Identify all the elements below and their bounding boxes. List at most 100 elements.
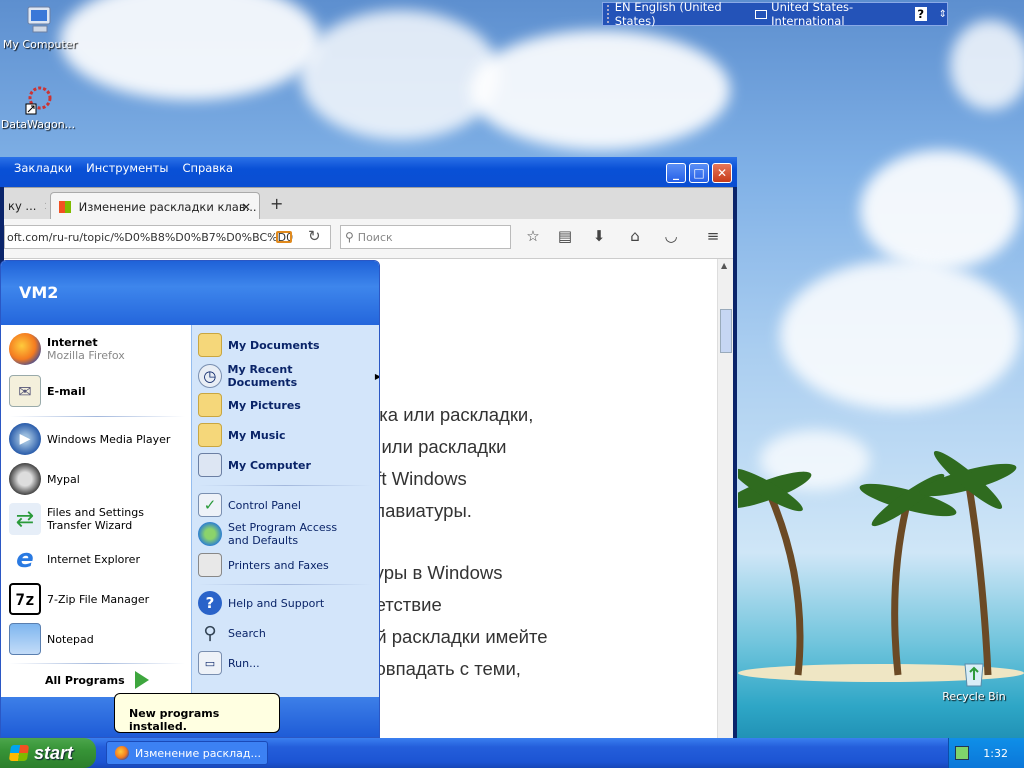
hamburger-menu-icon[interactable]: ≡ — [702, 227, 724, 249]
home-icon[interactable]: ⌂ — [624, 227, 646, 249]
content-line: ой раскладки имейте — [366, 626, 548, 647]
place-label: My Recent Documents — [227, 363, 298, 389]
vertical-scrollbar[interactable]: ▲ — [717, 259, 733, 747]
content-line: клавиатуры. — [366, 500, 472, 521]
language-indicator[interactable]: EN English (United States) — [615, 0, 743, 28]
separator — [198, 485, 372, 486]
firefox-icon — [115, 746, 129, 760]
start-button[interactable]: start — [0, 738, 96, 768]
mypal-icon — [9, 463, 41, 495]
music-folder-icon — [198, 423, 222, 447]
program-label: 7-Zip File Manager — [47, 592, 150, 606]
new-tab-button[interactable]: + — [270, 194, 283, 213]
notification-balloon[interactable]: New programs installed. — [114, 693, 280, 733]
help-icon[interactable]: ? — [914, 7, 927, 21]
place-help-support[interactable]: ? Help and Support — [198, 591, 324, 615]
menu-tools[interactable]: Инструменты — [86, 161, 168, 181]
language-bar-grip[interactable] — [607, 5, 611, 23]
scroll-up-icon[interactable]: ▲ — [721, 261, 727, 270]
place-my-music[interactable]: My Music — [198, 423, 286, 447]
title-bar[interactable]: Закладки Инструменты Справка _ □ ✕ — [0, 157, 737, 187]
all-programs-label: All Programs — [45, 673, 125, 687]
close-tab-icon[interactable]: ✕ — [44, 199, 46, 213]
download-icon[interactable]: ⬇ — [588, 227, 610, 249]
close-button[interactable]: ✕ — [712, 163, 732, 183]
keyboard-layout[interactable]: United States-International — [771, 0, 903, 28]
program-label: Windows Media Player — [47, 432, 171, 446]
recent-mypal[interactable]: Mypal — [9, 463, 80, 495]
options-icon[interactable]: ⇕ — [939, 9, 947, 20]
search-placeholder: Поиск — [357, 230, 393, 244]
menu-bar: Закладки Инструменты Справка — [0, 161, 233, 181]
media-player-icon: ▶ — [9, 423, 41, 455]
pictures-folder-icon — [198, 393, 222, 417]
place-my-computer[interactable]: My Computer — [198, 453, 311, 477]
pinned-email[interactable]: ✉ E-mail — [9, 375, 86, 407]
recent-files-settings-transfer[interactable]: ⇄ Files and Settings Transfer Wizard — [9, 503, 183, 535]
place-printers-faxes[interactable]: Printers and Faxes — [198, 553, 329, 577]
reader-view-icon[interactable] — [276, 231, 292, 243]
place-run[interactable]: ▭ Run... — [198, 651, 260, 675]
place-my-documents[interactable]: My Documents — [198, 333, 320, 357]
url-text: oft.com/ru-ru/topic/%D0%B8%D0%B7%D0%BC%D… — [7, 231, 294, 244]
separator — [9, 416, 185, 417]
network-icon[interactable] — [955, 746, 970, 760]
keyboard-icon — [755, 9, 768, 19]
tab-active[interactable]: Изменение раскладки клав... ✕ — [50, 192, 260, 220]
desktop-icon-datawagon[interactable]: DataWagon... — [0, 84, 78, 131]
notepad-icon — [9, 623, 41, 655]
program-label: Internet Explorer — [47, 552, 140, 566]
recycle-bin-icon — [964, 663, 984, 687]
minimize-button[interactable]: _ — [666, 163, 686, 183]
place-search[interactable]: ⚲ Search — [198, 621, 265, 645]
menu-bookmarks[interactable]: Закладки — [14, 161, 72, 181]
recent-internet-explorer[interactable]: e Internet Explorer — [9, 543, 140, 575]
transfer-wizard-icon: ⇄ — [9, 503, 41, 535]
7zip-icon: 7z — [9, 583, 41, 615]
taskbar: start Изменение расклад... 1:32 — [0, 738, 1024, 768]
place-control-panel[interactable]: ✓ Control Panel — [198, 493, 301, 517]
desktop-icon-my-computer[interactable]: My Computer — [0, 4, 80, 51]
all-programs-button[interactable]: All Programs — [45, 671, 149, 689]
menu-help[interactable]: Справка — [182, 161, 233, 181]
all-programs-arrow-icon — [134, 671, 149, 689]
datawagon-icon — [25, 86, 52, 115]
windows-flag-icon — [8, 745, 30, 761]
submenu-arrow-icon: ▶ — [375, 372, 379, 381]
search-input[interactable]: ⚲ Поиск — [340, 225, 511, 249]
recent-windows-media-player[interactable]: ▶ Windows Media Player — [9, 423, 170, 455]
recent-7zip[interactable]: 7z 7-Zip File Manager — [9, 583, 149, 615]
tab-label: Изменение раскладки клав... — [78, 200, 257, 214]
taskbar-button-browser[interactable]: Изменение расклад... — [106, 741, 268, 765]
control-panel-icon: ✓ — [198, 493, 222, 517]
close-tab-icon[interactable]: ✕ — [241, 200, 251, 214]
place-set-program-access[interactable]: Set Program Access and Defaults — [198, 521, 358, 547]
pinned-internet[interactable]: Internet Mozilla Firefox — [9, 333, 125, 365]
reload-icon[interactable]: ↻ — [308, 227, 321, 245]
maximize-button[interactable]: □ — [689, 163, 709, 183]
folder-icon — [198, 333, 222, 357]
recent-notepad[interactable]: Notepad — [9, 623, 94, 655]
run-icon: ▭ — [198, 651, 222, 675]
desktop-icon-recycle-bin[interactable]: Recycle Bin — [934, 658, 1014, 703]
place-label: Set Program Access and Defaults — [228, 521, 338, 547]
tab-strip: ку ... ✕ Изменение раскладки клав... ✕ + — [4, 187, 733, 220]
palm-trees — [738, 451, 1017, 676]
separator — [198, 584, 372, 585]
place-my-pictures[interactable]: My Pictures — [198, 393, 301, 417]
language-bar[interactable]: EN English (United States) United States… — [602, 0, 948, 28]
desktop-icon-label: DataWagon... — [0, 118, 76, 131]
scroll-thumb[interactable] — [720, 309, 732, 353]
content-line: oft Windows — [366, 468, 467, 489]
start-label: start — [34, 742, 74, 763]
clock[interactable]: 1:32 — [983, 747, 1008, 760]
bookmark-star-icon[interactable]: ☆ — [522, 227, 544, 249]
place-my-recent-documents[interactable]: ◷ My Recent Documents ▶ — [198, 363, 379, 389]
reading-list-icon[interactable]: ▤ — [554, 227, 576, 249]
desktop-icon-label: Recycle Bin — [942, 690, 1006, 703]
computer-icon — [198, 453, 222, 477]
pocket-icon[interactable]: ◡ — [660, 227, 682, 249]
start-menu-places: My Documents ◷ My Recent Documents ▶ My … — [191, 325, 379, 697]
tab-previous[interactable]: ку ... ✕ — [0, 192, 46, 220]
content-line: ыка или раскладки, — [366, 404, 534, 425]
